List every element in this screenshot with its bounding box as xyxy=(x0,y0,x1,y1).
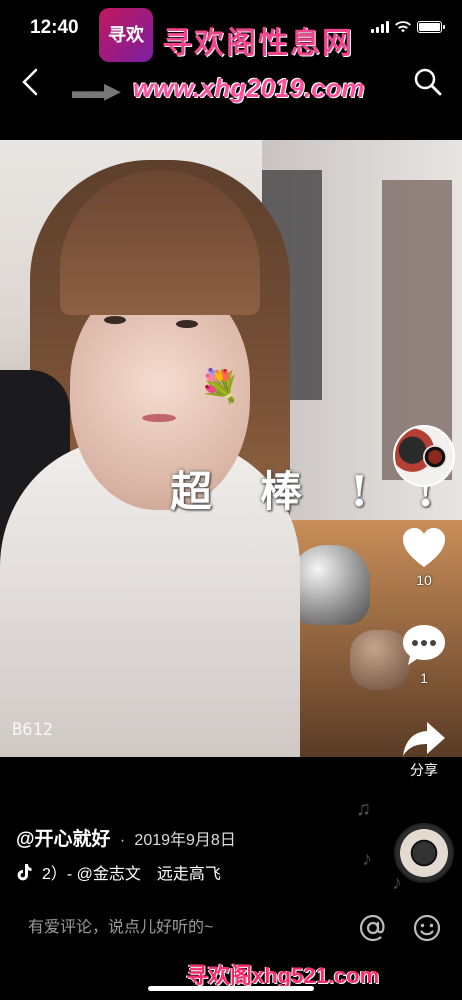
search-button[interactable] xyxy=(412,66,444,98)
author-avatar[interactable] xyxy=(393,425,455,487)
post-date: 2019年9月8日 xyxy=(134,832,236,849)
watermark-logo: 寻欢 xyxy=(99,8,153,62)
comment-icon xyxy=(403,625,445,665)
person-eye xyxy=(104,316,126,324)
tiktok-note-icon xyxy=(17,864,32,881)
back-button[interactable] xyxy=(16,64,46,100)
watermark-url: www.xhg2019.com xyxy=(133,73,365,103)
emoji-button[interactable] xyxy=(412,913,442,943)
comment-input[interactable] xyxy=(28,919,328,937)
music-title: 2）- @金志文 远走高飞 xyxy=(42,866,221,883)
share-button[interactable]: 分享 xyxy=(396,720,452,780)
battery-icon xyxy=(417,21,445,33)
sticker: 💐 超棒!! xyxy=(170,368,435,530)
music-note-icon: ♪ xyxy=(392,872,402,894)
post-meta: @开心就好 · 2019年9月8日 xyxy=(16,824,236,851)
post-separator: · xyxy=(119,832,126,849)
camera-watermark: B612 xyxy=(12,720,53,740)
flower-bouquet-icon: 💐 xyxy=(200,368,240,404)
status-time: 12:40 xyxy=(30,17,79,38)
share-icon xyxy=(403,722,445,756)
music-note-icon: ♫ xyxy=(356,798,371,820)
status-icons xyxy=(371,21,445,33)
at-icon xyxy=(359,914,385,942)
mention-button[interactable] xyxy=(358,913,388,943)
like-count: 10 xyxy=(416,572,432,588)
video-player[interactable]: 💐 超棒!! B612 xyxy=(0,140,462,757)
comment-bar xyxy=(0,905,462,955)
music-disc[interactable] xyxy=(394,823,454,883)
watermark-arrow-icon: ▬▬▶ xyxy=(72,78,121,103)
comment-button[interactable]: 1 xyxy=(396,622,452,686)
heart-icon xyxy=(403,528,445,567)
comment-count: 1 xyxy=(420,670,428,686)
like-button[interactable]: 10 xyxy=(396,526,452,588)
music-info[interactable]: 2）- @金志文 远走高飞 xyxy=(16,860,221,884)
wifi-icon xyxy=(395,21,411,33)
share-label: 分享 xyxy=(410,762,438,778)
music-note-icon: ♪ xyxy=(362,848,372,870)
person-eye xyxy=(176,320,198,328)
emoji-icon xyxy=(413,914,441,942)
chevron-left-icon xyxy=(22,68,38,96)
watermark-title: 寻欢阁性息网 xyxy=(162,27,354,60)
author-name[interactable]: @开心就好 xyxy=(16,829,111,850)
home-indicator xyxy=(148,986,314,991)
signal-icon xyxy=(371,21,389,33)
kettle xyxy=(290,545,370,625)
search-icon xyxy=(414,68,442,96)
